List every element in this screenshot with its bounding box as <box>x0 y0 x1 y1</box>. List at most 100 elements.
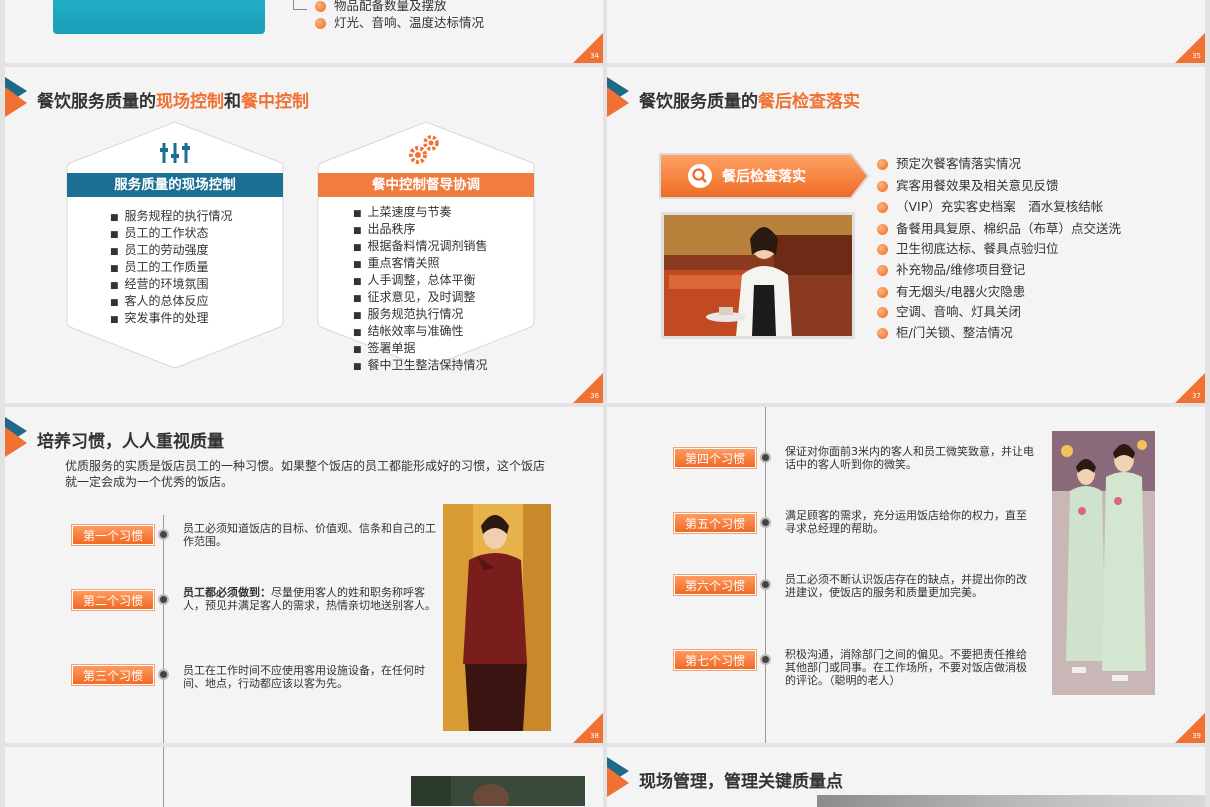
habit-text-4: 保证对你面前3米内的客人和员工微笑致意，并让电话中的客人听到你的微笑。 <box>785 445 1034 471</box>
panel-header: 餐中控制督导协调 <box>372 177 480 193</box>
list-item: 重点客情关照 <box>353 256 488 273</box>
teal-box <box>53 0 265 34</box>
panel-service-supervision: 餐中控制督导协调 上菜速度与节奏 出品秩序 根据备料情况调剂销售 重点客情关照 … <box>317 121 535 372</box>
habit-text-2: 员工都必须做到：尽量使用客人的姓和职务称呼客人，预见并满足客人的需求，热情亲切地… <box>183 586 436 612</box>
timeline-dot <box>158 594 169 605</box>
list-item: 征求意见，及时调整 <box>353 290 488 307</box>
list-item: 结帐效率与准确性 <box>353 324 488 341</box>
bullet-icon <box>877 244 888 255</box>
slide-title: 餐饮服务质量的现场控制和餐中控制 <box>5 75 603 117</box>
timeline-line <box>163 747 164 807</box>
list-item: 突发事件的处理 <box>110 311 233 328</box>
panel-list: 上菜速度与节奏 出品秩序 根据备料情况调剂销售 重点客情关照 人手调整，总体平衡… <box>353 205 488 375</box>
button-label: 餐后检查落实 <box>722 169 806 185</box>
list-item: 柜/门关锁、整洁情况 <box>877 322 1013 341</box>
slide-37[interactable]: 餐饮服务质量的餐后检查落实 餐后检查落实 预定次餐客情落实情况 宾客用餐效果及相… <box>607 67 1205 403</box>
bullet-icon <box>877 159 888 170</box>
list-item: 上菜速度与节奏 <box>353 205 488 222</box>
habit-tag-7: 第七个习惯 <box>674 650 756 670</box>
list-item: 宾客用餐效果及相关意见反馈 <box>877 175 1059 194</box>
slide-40[interactable] <box>5 747 603 807</box>
list-item: 员工的工作状态 <box>110 226 233 243</box>
title-arrow-icon <box>607 77 629 117</box>
habit-text-7: 积极沟通，消除部门之间的偏见。不要把责任推给其他部门或同事。在工作场所，不要对饭… <box>785 648 1027 687</box>
bullet-icon <box>877 202 888 213</box>
list-item: 补充物品/维修项目登记 <box>877 259 1025 278</box>
page-number: 38 <box>573 713 603 743</box>
bullet-icon <box>877 307 888 318</box>
habit-text-3: 员工在工作时间不应使用客用设施设备，在任何时间、地点，行动都应该以客为先。 <box>183 664 425 690</box>
list-item: 卫生彻底达标、餐具点验归位 <box>877 238 1059 257</box>
sliders-icon <box>160 143 190 163</box>
timeline-dot <box>760 452 771 463</box>
habit-tag-3: 第三个习惯 <box>72 665 154 685</box>
list-item: 灯光、音响、温度达标情况 <box>315 12 484 31</box>
slide-38[interactable]: 培养习惯，人人重视质量 优质服务的实质是饭店员工的一种习惯。如果整个饭店的员工都… <box>5 407 603 743</box>
page-number: 36 <box>573 373 603 403</box>
hostess-photo <box>1052 431 1155 695</box>
timeline-dot <box>760 517 771 528</box>
timeline-line <box>163 515 164 743</box>
list-item: 餐中卫生整洁保持情况 <box>353 358 488 375</box>
title-arrow-icon <box>607 757 629 797</box>
slide-41[interactable]: 现场管理，管理关键质量点 <box>607 747 1205 807</box>
slide-35[interactable]: 35 <box>607 0 1205 63</box>
post-meal-check-button[interactable]: 餐后检查落实 <box>659 153 869 199</box>
panel-header: 服务质量的现场控制 <box>114 177 236 193</box>
bullet-icon <box>877 181 888 192</box>
waitress-photo <box>661 212 855 339</box>
timeline-dot <box>760 579 771 590</box>
page-number: 39 <box>1175 713 1205 743</box>
slide-title: 现场管理，管理关键质量点 <box>607 755 1205 797</box>
habit-tag-2: 第二个习惯 <box>72 590 154 610</box>
list-item: 预定次餐客情落实情况 <box>877 153 1021 172</box>
page-number: 35 <box>1175 33 1205 63</box>
title-arrow-icon <box>5 417 27 457</box>
list-item: 员工的工作质量 <box>110 260 233 277</box>
page-number: 34 <box>573 33 603 63</box>
photo <box>817 795 1205 807</box>
list-item: 空调、音响、灯具关闭 <box>877 301 1021 320</box>
title-arrow-icon <box>5 77 27 117</box>
bullet-icon <box>315 1 326 12</box>
bracket-line <box>293 0 307 10</box>
list-item: 服务规范执行情况 <box>353 307 488 324</box>
bullet-icon <box>877 265 888 276</box>
bullet-icon <box>877 287 888 298</box>
bullet-icon <box>877 224 888 235</box>
timeline-dot <box>158 669 169 680</box>
timeline-dot <box>158 529 169 540</box>
slide-39[interactable]: 第四个习惯 保证对你面前3米内的客人和员工微笑致意，并让电话中的客人听到你的微笑… <box>607 407 1205 743</box>
bullet-icon <box>877 328 888 339</box>
list-item: 员工的劳动强度 <box>110 243 233 260</box>
list-item: 人手调整，总体平衡 <box>353 273 488 290</box>
panel-onsite-control: 服务质量的现场控制 服务规程的执行情况 员工的工作状态 员工的劳动强度 员工的工… <box>66 121 284 369</box>
habit-tag-5: 第五个习惯 <box>674 513 756 533</box>
search-icon <box>688 164 712 188</box>
gears-icon <box>409 135 439 164</box>
slide-36[interactable]: 餐饮服务质量的现场控制和餐中控制 服务质量的现场控制 服务规程的执行情况 员工的… <box>5 67 603 403</box>
list-item: 经营的环境氛围 <box>110 277 233 294</box>
page-number: 37 <box>1175 373 1205 403</box>
habit-tag-6: 第六个习惯 <box>674 575 756 595</box>
list-item: （VIP）充实客史档案 酒水复核结帐 <box>877 196 1103 215</box>
list-item: 备餐用具复原、棉织品（布草）点交送洗 <box>877 218 1121 237</box>
slide-title: 餐饮服务质量的餐后检查落实 <box>607 75 1205 117</box>
list-item: 签署单据 <box>353 341 488 358</box>
intro-text: 优质服务的实质是饭店员工的一种习惯。如果整个饭店的员工都能形成好的习惯，这个饭店… <box>65 459 546 489</box>
slide-34[interactable]: 物品配备数量及摆放 灯光、音响、温度达标情况 34 <box>5 0 603 63</box>
habit-text-6: 员工必须不断认识饭店存在的缺点，并提出你的改进建议，使饭店的服务和质量更加完美。 <box>785 573 1027 599</box>
staff-photo <box>443 504 551 731</box>
list-item: 有无烟头/电器火灾隐患 <box>877 281 1025 300</box>
list-item: 客人的总体反应 <box>110 294 233 311</box>
habit-text-5: 满足顾客的需求，充分运用饭店给你的权力，直至寻求总经理的帮助。 <box>785 509 1027 535</box>
list-item: 出品秩序 <box>353 222 488 239</box>
habit-tag-4: 第四个习惯 <box>674 448 756 468</box>
habit-text-1: 员工必须知道饭店的目标、价值观、信条和自己的工作范围。 <box>183 522 436 548</box>
panel-list: 服务规程的执行情况 员工的工作状态 员工的劳动强度 员工的工作质量 经营的环境氛… <box>110 209 233 328</box>
photo <box>411 776 585 806</box>
list-item: 根据备料情况调剂销售 <box>353 239 488 256</box>
bullet-icon <box>315 18 326 29</box>
timeline-dot <box>760 654 771 665</box>
slide-title: 培养习惯，人人重视质量 <box>5 415 603 457</box>
